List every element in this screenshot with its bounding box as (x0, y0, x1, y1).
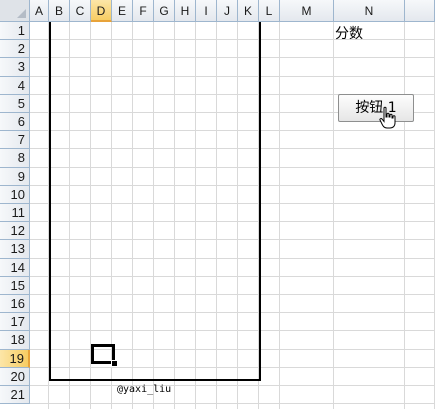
column-header-g[interactable]: G (154, 0, 175, 22)
column-header-d[interactable]: D (91, 0, 112, 22)
row-header-8[interactable]: 8 (0, 149, 30, 168)
column-header-c[interactable]: C (70, 0, 91, 22)
row-header-17[interactable]: 17 (0, 313, 30, 332)
row-header-11[interactable]: 11 (0, 204, 30, 223)
row-header-5[interactable]: 5 (0, 94, 30, 113)
row-header-13[interactable]: 13 (0, 240, 30, 259)
column-header-f[interactable]: F (133, 0, 154, 22)
column-header-e[interactable]: E (112, 0, 133, 22)
column-header-n[interactable]: N (334, 0, 405, 22)
credit-cell[interactable]: @yaxi_liu (117, 384, 171, 395)
grid-row-line (30, 403, 435, 405)
column-header-m[interactable]: M (280, 0, 334, 22)
row-header-4[interactable]: 4 (0, 76, 30, 95)
column-header-l[interactable]: L (259, 0, 280, 22)
fill-handle[interactable] (111, 360, 118, 367)
form-button-1[interactable]: 按钮 1 (338, 94, 414, 122)
column-header-j[interactable]: J (217, 0, 238, 22)
row-header-20[interactable]: 20 (0, 367, 30, 386)
select-all-triangle-icon (17, 9, 26, 18)
row-header-18[interactable]: 18 (0, 331, 30, 350)
row-header-16[interactable]: 16 (0, 295, 30, 314)
row-header-12[interactable]: 12 (0, 222, 30, 241)
score-label-cell[interactable]: 分数 (335, 23, 363, 43)
select-all-corner[interactable] (0, 0, 30, 22)
column-header-k[interactable]: K (238, 0, 259, 22)
column-header-a[interactable]: A (30, 0, 49, 22)
hand-pointer-cursor-icon (379, 106, 396, 129)
column-header-b[interactable]: B (49, 0, 70, 22)
column-header-i[interactable]: I (196, 0, 217, 22)
grid-column-line (333, 22, 334, 409)
row-header-14[interactable]: 14 (0, 258, 30, 277)
row-header-7[interactable]: 7 (0, 131, 30, 150)
column-header-filler (405, 0, 435, 22)
grid-row-line (30, 385, 435, 386)
row-header-2[interactable]: 2 (0, 40, 30, 59)
row-header-21[interactable]: 21 (0, 386, 30, 405)
game-well-border (49, 22, 261, 381)
spreadsheet[interactable]: ABCDEFGHIJKLMN 1 2 3 4 5 6 7 8 9 10 11 12 13 14 15 16 17… (0, 0, 435, 409)
row-header-10[interactable]: 10 (0, 185, 30, 204)
grid-column-line (404, 22, 405, 409)
row-header-3[interactable]: 3 (0, 58, 30, 77)
row-header-9[interactable]: 9 (0, 167, 30, 186)
row-header-6[interactable]: 6 (0, 113, 30, 132)
row-header-15[interactable]: 15 (0, 276, 30, 295)
grid-column-line (279, 22, 280, 409)
column-header-h[interactable]: H (175, 0, 196, 22)
row-header-19[interactable]: 19 (0, 349, 30, 368)
row-header-1[interactable]: 1 (0, 22, 30, 41)
